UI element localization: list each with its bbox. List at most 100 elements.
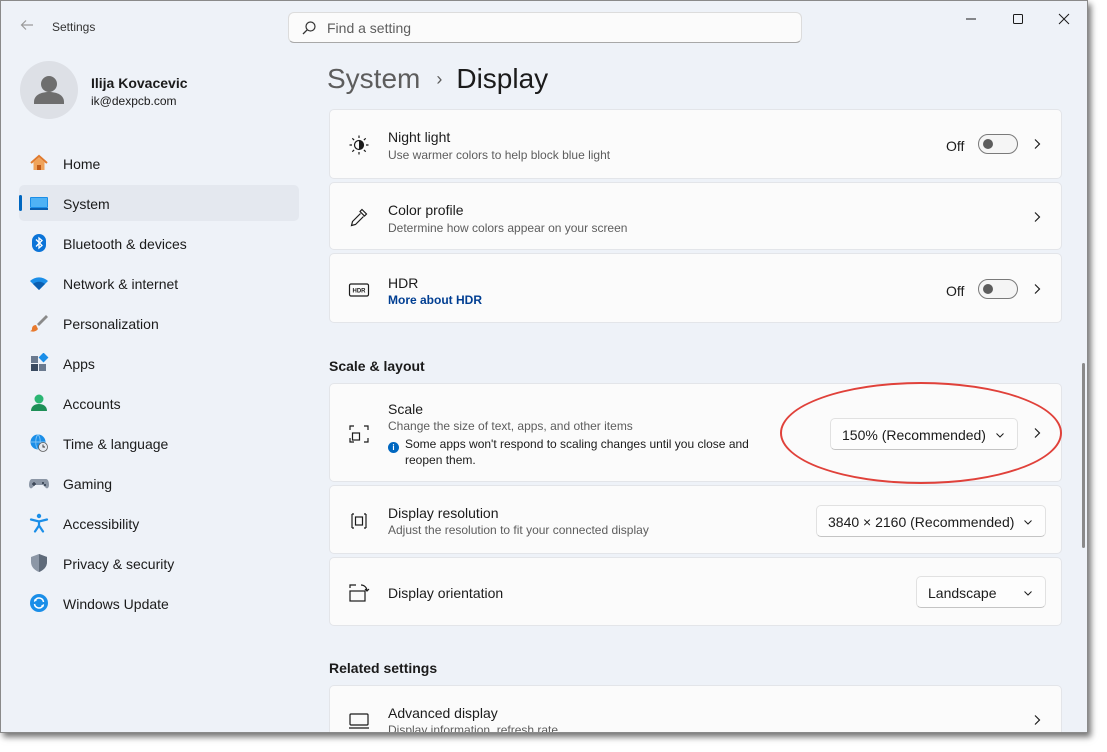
section-heading-scale-layout: Scale & layout <box>329 358 425 374</box>
toggle-state-label: Off <box>946 138 965 154</box>
card-title: Night light <box>388 129 451 145</box>
breadcrumb: System › Display <box>327 61 548 97</box>
eyedropper-icon <box>350 208 368 227</box>
chevron-down-icon <box>996 433 1004 438</box>
avatar[interactable] <box>20 61 78 119</box>
brush-icon <box>30 315 48 332</box>
orientation-dropdown[interactable]: Landscape <box>916 576 1046 608</box>
settings-window: Settings Ilija Kovacevic ik@dexpcb.com H… <box>0 0 1088 733</box>
search-input[interactable] <box>327 18 777 38</box>
chevron-right-icon[interactable] <box>1031 283 1043 295</box>
home-icon <box>30 154 48 170</box>
scale-icon <box>349 425 369 443</box>
toggle-state-label: Off <box>946 283 965 299</box>
shield-icon <box>31 554 47 572</box>
card-subtitle: Display information, refresh rate <box>388 723 559 733</box>
card-title: Display orientation <box>388 585 504 601</box>
profile-email: ik@dexpcb.com <box>91 94 177 108</box>
warning-text: Some apps won't respond to scaling chang… <box>405 437 749 467</box>
search-box[interactable] <box>288 12 802 43</box>
sidebar-item-windows-update[interactable]: Windows Update <box>19 585 299 621</box>
page-title: Display <box>456 63 549 94</box>
night-light-toggle[interactable] <box>978 134 1018 154</box>
search-icon <box>302 21 316 35</box>
close-button[interactable] <box>1041 5 1087 33</box>
wifi-icon <box>30 277 48 290</box>
scrollbar-thumb[interactable] <box>1082 363 1085 548</box>
sidebar-item-accessibility[interactable]: Accessibility <box>19 505 299 541</box>
maximize-icon <box>1013 14 1023 24</box>
sidebar-item-bluetooth[interactable]: Bluetooth & devices <box>19 225 299 261</box>
more-about-hdr-link[interactable]: More about HDR <box>388 293 482 307</box>
accounts-icon <box>31 394 47 411</box>
accessibility-icon <box>29 513 49 533</box>
sidebar-item-time-language[interactable]: Time & language <box>19 425 299 461</box>
chevron-down-icon <box>1024 520 1032 525</box>
monitor-icon <box>349 713 369 729</box>
maximize-button[interactable] <box>995 5 1041 33</box>
scale-card[interactable]: Scale Change the size of text, apps, and… <box>329 383 1062 482</box>
scale-dropdown[interactable]: 150% (Recommended) <box>830 418 1018 450</box>
close-icon <box>1058 13 1070 25</box>
resolution-icon <box>351 513 367 529</box>
orientation-dropdown-value: Landscape <box>928 585 997 601</box>
sidebar-item-apps[interactable]: Apps <box>19 345 299 381</box>
card-title: Color profile <box>388 202 464 218</box>
globe-clock-icon <box>30 434 48 452</box>
title-bar: Settings <box>1 1 1087 51</box>
color-profile-card[interactable]: Color profile Determine how colors appea… <box>329 182 1062 250</box>
gamepad-icon <box>29 479 49 489</box>
apps-icon <box>31 353 49 371</box>
orientation-icon <box>349 584 370 602</box>
card-subtitle: Change the size of text, apps, and other… <box>388 419 633 433</box>
breadcrumb-separator: › <box>436 68 443 89</box>
display-orientation-card: Display orientation Landscape <box>329 557 1062 626</box>
toggle-knob <box>983 139 993 149</box>
profile-name: Ilija Kovacevic <box>91 75 188 91</box>
person-icon <box>34 76 64 104</box>
card-title: Advanced display <box>388 705 498 721</box>
scale-dropdown-value: 150% (Recommended) <box>842 427 986 443</box>
chevron-right-icon[interactable] <box>1031 714 1043 726</box>
back-button[interactable] <box>19 17 35 33</box>
system-icon <box>30 197 48 210</box>
resolution-dropdown[interactable]: 3840 × 2160 (Recommended) <box>816 505 1046 537</box>
card-subtitle: Adjust the resolution to fit your connec… <box>388 523 649 537</box>
night-light-card[interactable]: Night light Use warmer colors to help bl… <box>329 109 1062 179</box>
sidebar-item-privacy[interactable]: Privacy & security <box>19 545 299 581</box>
chevron-right-icon[interactable] <box>1031 211 1043 223</box>
card-title: HDR <box>388 275 419 291</box>
toggle-knob <box>983 284 993 294</box>
bluetooth-icon <box>32 234 46 252</box>
card-title: Display resolution <box>388 505 499 521</box>
info-icon: i <box>388 442 399 453</box>
hdr-icon: HDR <box>348 283 370 297</box>
back-arrow-icon <box>20 20 33 30</box>
minimize-button[interactable] <box>948 5 994 33</box>
chevron-down-icon <box>1024 591 1032 596</box>
chevron-right-icon[interactable] <box>1031 427 1043 439</box>
night-light-icon <box>349 135 369 155</box>
display-resolution-card: Display resolution Adjust the resolution… <box>329 485 1062 554</box>
sidebar-item-system[interactable]: System <box>19 185 299 221</box>
chevron-right-icon[interactable] <box>1031 138 1043 150</box>
app-title: Settings <box>52 20 96 34</box>
minimize-icon <box>966 18 976 20</box>
sidebar-item-personalization[interactable]: Personalization <box>19 305 299 341</box>
section-heading-related-settings: Related settings <box>329 660 438 676</box>
sidebar-item-network[interactable]: Network & internet <box>19 265 299 301</box>
svg-text:HDR: HDR <box>353 289 367 295</box>
card-title: Scale <box>388 401 424 417</box>
sidebar-item-accounts[interactable]: Accounts <box>19 385 299 421</box>
card-subtitle: Determine how colors appear on your scre… <box>388 221 628 235</box>
sidebar-item-gaming[interactable]: Gaming <box>19 465 299 501</box>
hdr-toggle[interactable] <box>978 279 1018 299</box>
resolution-dropdown-value: 3840 × 2160 (Recommended) <box>828 514 1015 530</box>
card-subtitle: Use warmer colors to help block blue lig… <box>388 148 611 162</box>
sidebar-nav: Home System Bluetooth & devices Network … <box>19 145 299 625</box>
sidebar-item-home[interactable]: Home <box>19 145 299 181</box>
hdr-card[interactable]: HDR HDR More about HDR Off <box>329 253 1062 323</box>
breadcrumb-parent[interactable]: System <box>327 63 420 95</box>
update-icon <box>30 594 48 612</box>
advanced-display-card[interactable]: Advanced display Display information, re… <box>329 685 1062 733</box>
